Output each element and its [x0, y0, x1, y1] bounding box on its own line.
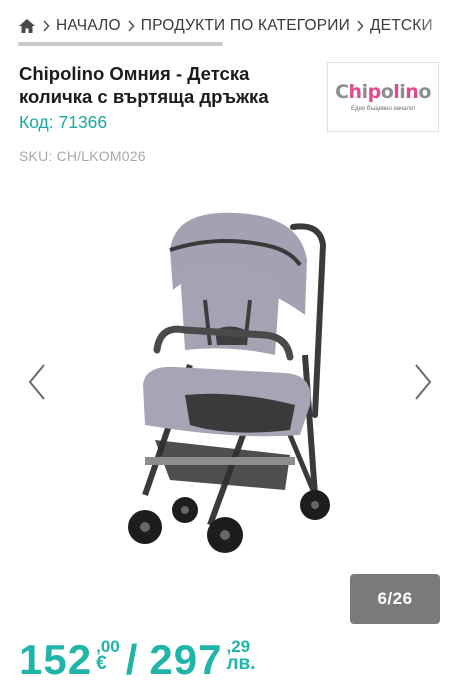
gallery-counter: 6/26: [350, 574, 440, 624]
brand-wordmark: Chipolino: [335, 80, 431, 103]
stroller-image: [128, 212, 330, 553]
breadcrumb-home[interactable]: [18, 18, 36, 34]
price-eur-fraction: ,00 €: [96, 638, 120, 674]
chevron-left-icon: [28, 364, 45, 400]
breadcrumb-item-home[interactable]: НАЧАЛО: [56, 17, 121, 35]
product-sku: SKU: CH/LKOM026: [19, 148, 146, 164]
breadcrumb: НАЧАЛО ПРОДУКТИ ПО КАТЕГОРИИ ДЕТСКИ: [18, 13, 457, 39]
brand-letter: C: [335, 80, 349, 103]
brand-letter: p: [367, 80, 382, 103]
price-separator: /: [125, 636, 138, 683]
chevron-right-icon: [415, 364, 432, 400]
chevron-right-icon: [42, 20, 50, 32]
price-eur-currency: €: [96, 653, 107, 674]
breadcrumb-item-categories[interactable]: ПРОДУКТИ ПО КАТЕГОРИИ: [141, 17, 350, 35]
product-title: Chipolino Омния - Детска количка с въртя…: [19, 62, 309, 108]
product-code: Код: 71366: [19, 112, 108, 132]
brand-tagline: Едно бъщевно начало!: [350, 105, 416, 112]
home-icon: [19, 19, 35, 33]
brand-letter: n: [405, 80, 419, 103]
chevron-right-icon: [356, 20, 364, 32]
product-title-line2: количка с въртяща дръжка: [19, 86, 269, 107]
gallery-next-button[interactable]: [408, 360, 438, 404]
brand-letter: o: [380, 80, 394, 103]
price-bgn-whole: 297: [149, 636, 223, 683]
brand-letter: h: [348, 80, 363, 103]
product-gallery[interactable]: [0, 190, 457, 590]
breadcrumb-scrollbar[interactable]: [18, 42, 223, 46]
price-eur-whole: 152: [19, 636, 93, 683]
breadcrumb-fade: [417, 13, 457, 39]
price-bgn-currency: лв.: [226, 653, 256, 674]
product-title-line1: Chipolino Омния - Детска: [19, 63, 250, 84]
price-bgn-fraction: ,29 лв.: [226, 638, 256, 674]
brand-letter: o: [418, 80, 431, 103]
brand-logo[interactable]: Chipolino Едно бъщевно начало!: [327, 62, 439, 132]
gallery-prev-button[interactable]: [22, 360, 52, 404]
chevron-right-icon: [127, 20, 135, 32]
product-price: 152 ,00 € / 297 ,29 лв.: [19, 632, 256, 692]
